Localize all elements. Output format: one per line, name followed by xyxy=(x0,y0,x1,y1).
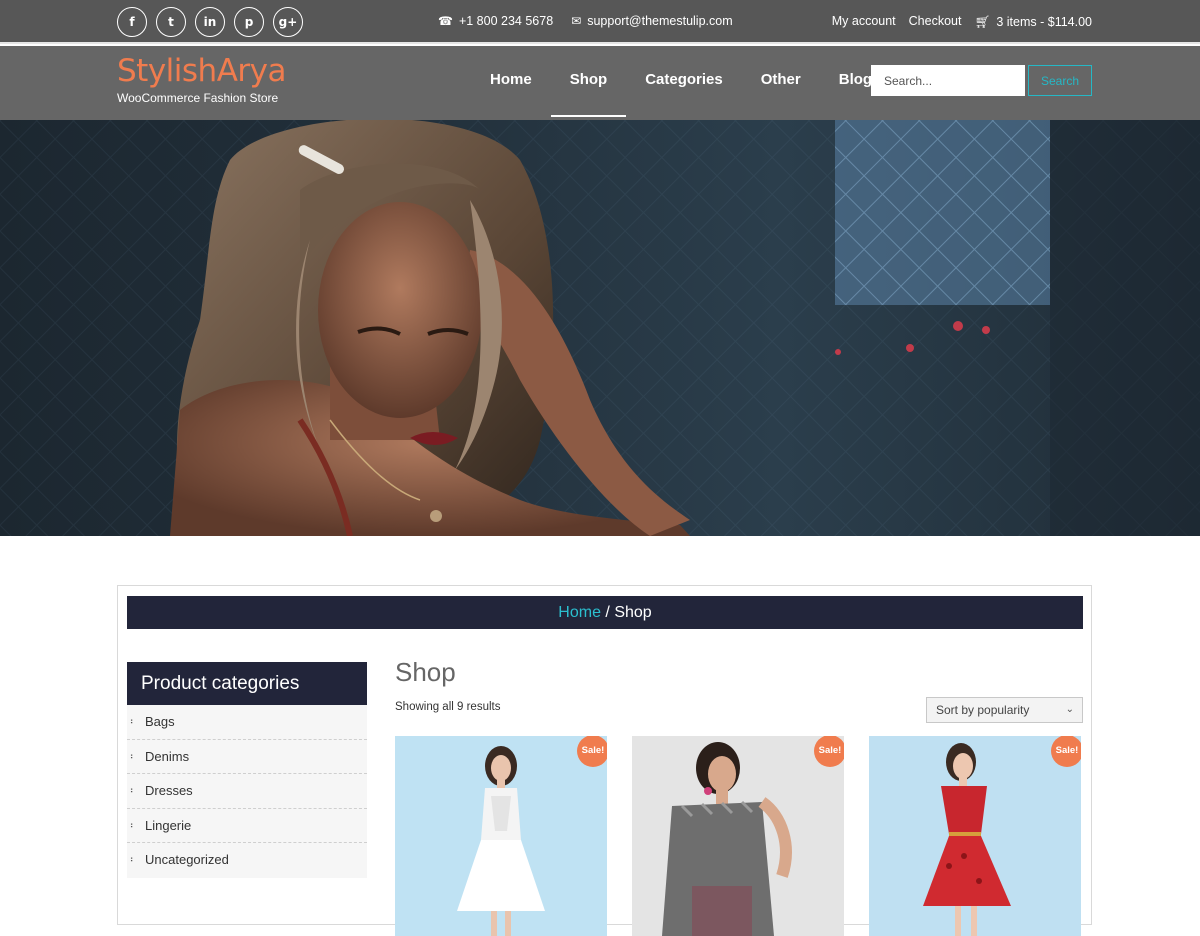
product-categories-widget: Product categories ⠰ Bags ⠰ Denims ⠰ Dresse… xyxy=(127,662,367,878)
sort-select[interactable]: Sort by popularity ⌄ xyxy=(926,697,1083,723)
pinterest-icon[interactable]: p xyxy=(234,7,264,37)
facebook-glyph: f xyxy=(129,15,135,29)
bullet-icon: ⠰ xyxy=(127,786,134,796)
cart-icon: 🛒︎ xyxy=(974,14,991,29)
category-list: ⠰ Bags ⠰ Denims ⠰ Dresses ⠰ Lingerie ⠰ Uncate… xyxy=(127,705,367,878)
sale-badge: Sale! xyxy=(1051,736,1081,767)
chevron-down-icon: ⌄ xyxy=(1065,704,1074,715)
nav-shop[interactable]: Shop xyxy=(550,46,627,120)
product-image[interactable] xyxy=(395,736,607,936)
site-name[interactable]: StylishArya xyxy=(117,54,287,88)
breadcrumb: Home / Shop xyxy=(127,596,1083,629)
category-label[interactable]: Bags xyxy=(145,714,175,729)
nav-home[interactable]: Home xyxy=(471,46,551,120)
shop-main: Shop Showing all 9 results Sort by popul… xyxy=(395,656,1083,936)
envelope-icon: ✉ xyxy=(571,14,582,28)
breadcrumb-separator: / xyxy=(600,604,615,621)
widget-title: Product categories xyxy=(127,662,367,705)
nav-other[interactable]: Other xyxy=(742,46,820,120)
category-label[interactable]: Lingerie xyxy=(145,818,191,833)
top-bar: f t in p g+ ☎ +1 800 234 5678 ✉ support@th… xyxy=(0,0,1200,44)
category-label[interactable]: Denims xyxy=(145,749,189,764)
phone-icon: ☎ xyxy=(438,14,453,28)
hero-illustration xyxy=(0,120,1200,536)
category-label[interactable]: Dresses xyxy=(145,783,193,798)
category-item-lingerie[interactable]: ⠰ Lingerie xyxy=(127,809,367,843)
email-address[interactable]: support@themestulip.com xyxy=(587,14,732,28)
product-card[interactable]: Sale! xyxy=(632,736,844,936)
product-image[interactable] xyxy=(869,736,1081,936)
category-item-uncategorized[interactable]: ⠰ Uncategorized xyxy=(127,843,367,878)
category-item-denims[interactable]: ⠰ Denims xyxy=(127,740,367,774)
product-image[interactable] xyxy=(632,736,844,936)
site-logo[interactable]: StylishArya WooCommerce Fashion Store xyxy=(117,54,287,105)
phone: ☎ +1 800 234 5678 xyxy=(438,14,553,28)
search-input[interactable] xyxy=(871,65,1025,96)
category-label[interactable]: Uncategorized xyxy=(145,852,229,867)
nav-categories[interactable]: Categories xyxy=(626,46,742,120)
category-item-dresses[interactable]: ⠰ Dresses xyxy=(127,774,367,809)
breadcrumb-current: Shop xyxy=(614,604,652,621)
page-title: Shop xyxy=(395,657,456,687)
main-nav: Home Shop Categories Other Blog xyxy=(471,46,891,120)
contact-info: ☎ +1 800 234 5678 ✉ support@themestulip.co… xyxy=(438,14,733,28)
product-card[interactable]: Sale! xyxy=(395,736,607,936)
bullet-icon: ⠰ xyxy=(127,820,134,831)
hero-banner-image xyxy=(0,120,1200,536)
sale-badge: Sale! xyxy=(577,736,607,767)
my-account-link[interactable]: My account xyxy=(832,14,896,30)
linkedin-icon[interactable]: in xyxy=(195,7,225,37)
product-grid: Sale! Sale! Sale! xyxy=(395,736,1083,936)
sale-badge: Sale! xyxy=(814,736,844,767)
sort-selected-value: Sort by popularity xyxy=(936,703,1030,717)
bullet-icon: ⠰ xyxy=(127,855,134,865)
cart-summary[interactable]: 3 items - $114.00 xyxy=(996,15,1092,29)
cart-link[interactable]: 🛒︎ 3 items - $114.00 xyxy=(974,14,1092,30)
category-item-bags[interactable]: ⠰ Bags xyxy=(127,705,367,740)
breadcrumb-home-link[interactable]: Home xyxy=(558,604,601,621)
pinterest-glyph: p xyxy=(244,15,254,29)
bullet-icon: ⠰ xyxy=(127,717,134,727)
search-button[interactable]: Search xyxy=(1028,65,1092,96)
twitter-glyph: t xyxy=(168,15,174,29)
phone-number: +1 800 234 5678 xyxy=(458,14,554,28)
site-header: StylishArya WooCommerce Fashion Store Ho… xyxy=(0,46,1200,120)
site-tagline: WooCommerce Fashion Store xyxy=(117,91,279,105)
checkout-link[interactable]: Checkout xyxy=(909,14,962,30)
bullet-icon: ⠰ xyxy=(127,751,134,762)
shop-content-panel: Home / Shop Product categories ⠰ Bags ⠰ De… xyxy=(117,585,1092,936)
google-plus-glyph: g+ xyxy=(278,15,298,29)
twitter-icon[interactable]: t xyxy=(156,7,186,37)
facebook-icon[interactable]: f xyxy=(117,7,147,37)
social-links: f t in p g+ xyxy=(117,7,303,37)
linkedin-glyph: in xyxy=(203,15,217,29)
account-links: My account Checkout 🛒︎ 3 items - $114.00 xyxy=(832,14,1092,30)
product-card[interactable]: Sale! xyxy=(869,736,1081,936)
email[interactable]: ✉ support@themestulip.com xyxy=(571,14,732,28)
google-plus-icon[interactable]: g+ xyxy=(273,7,303,37)
